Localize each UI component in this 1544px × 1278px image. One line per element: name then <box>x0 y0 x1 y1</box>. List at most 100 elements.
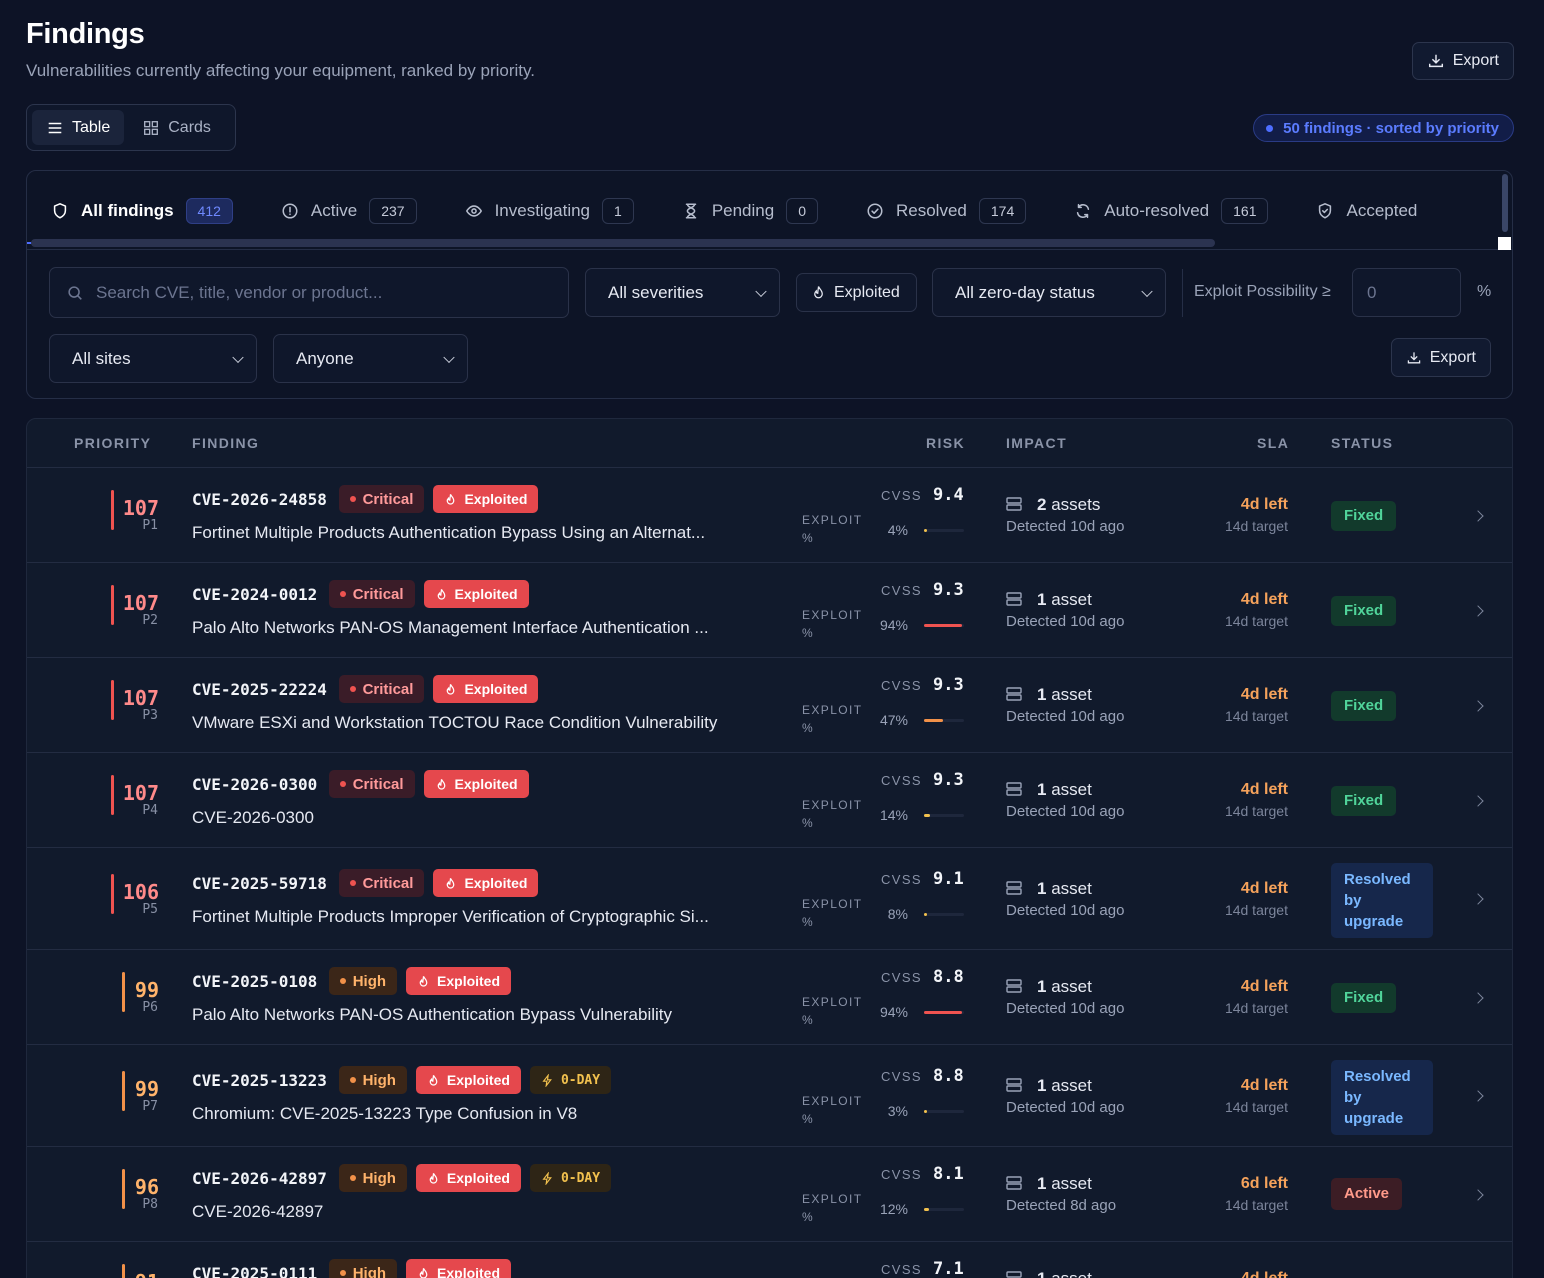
table-row[interactable]: 96 P8 CVE-2026-42897 High Exploited 0-DAY CVE-… <box>27 1147 1512 1242</box>
server-icon <box>1006 497 1022 511</box>
cve-id[interactable]: CVE-2025-22224 <box>192 680 327 699</box>
tab-divider <box>27 249 1512 250</box>
flame-icon <box>444 877 457 890</box>
cve-id[interactable]: CVE-2026-24858 <box>192 490 327 509</box>
column-status[interactable]: STATUS <box>1331 435 1393 451</box>
chevron-right-icon[interactable] <box>1472 1188 1484 1201</box>
tab-accepted[interactable]: Accepted <box>1292 178 1441 244</box>
table-row[interactable]: 107 P1 CVE-2026-24858 Critical Exploited Fort… <box>27 468 1512 563</box>
zero-day-select[interactable]: All zero-day status <box>932 268 1166 317</box>
finding-title[interactable]: Palo Alto Networks PAN-OS Authentication… <box>192 1005 672 1025</box>
lightning-icon <box>541 1072 554 1088</box>
severity-dot-icon <box>349 686 356 692</box>
asset-count[interactable]: 1 asset <box>1037 1076 1092 1096</box>
asset-count[interactable]: 1 asset <box>1037 780 1092 800</box>
finding-title[interactable]: Palo Alto Networks PAN-OS Management Int… <box>192 618 709 638</box>
cvss-score: 9.4 <box>933 485 964 505</box>
export-button[interactable]: Export <box>1411 42 1514 80</box>
column-impact[interactable]: IMPACT <box>1006 435 1067 451</box>
priority-bar <box>111 874 114 914</box>
exploited-filter-button[interactable]: Exploited <box>796 273 917 312</box>
cve-id[interactable]: CVE-2025-59718 <box>192 874 327 893</box>
cvss-score: 8.8 <box>933 967 964 987</box>
export-label: Export <box>1452 52 1499 69</box>
badge-group: Critical Exploited <box>328 580 529 608</box>
finding-title[interactable]: Chromium: CVE-2025-13223 Type Confusion … <box>192 1104 577 1124</box>
chevron-right-icon[interactable] <box>1472 604 1484 617</box>
search-input[interactable]: Search CVE, title, vendor or product... <box>49 267 569 318</box>
column-sla[interactable]: SLA <box>1257 435 1289 451</box>
table-row[interactable]: 107 P2 CVE-2024-0012 Critical Exploited Palo … <box>27 563 1512 658</box>
exploited-filter-label: Exploited <box>834 283 900 301</box>
priority-rank: P2 <box>142 613 158 628</box>
priority-bar <box>111 585 114 625</box>
table-row[interactable]: 107 P3 CVE-2025-22224 Critical Exploited VMwa… <box>27 658 1512 753</box>
status-badge: Active <box>1331 1178 1403 1210</box>
tab-investigating[interactable]: Investigating 1 <box>441 178 658 244</box>
cve-id[interactable]: CVE-2025-0108 <box>192 972 317 991</box>
severity-select[interactable]: All severities <box>585 268 780 317</box>
cvss-label: CVSS <box>881 773 923 788</box>
cve-id[interactable]: CVE-2026-42897 <box>192 1169 327 1188</box>
tab-all-findings[interactable]: All findings 412 <box>27 178 257 244</box>
finding-title[interactable]: VMware ESXi and Workstation TOCTOU Race … <box>192 713 717 733</box>
asset-count[interactable]: 1 asset <box>1037 879 1092 899</box>
badge-group: Critical Exploited <box>338 869 539 897</box>
severity-label: Critical <box>362 490 414 508</box>
chevron-right-icon[interactable] <box>1472 699 1484 712</box>
flame-icon <box>435 778 448 791</box>
server-icon <box>1006 687 1022 701</box>
priority-score: 96 <box>134 1175 159 1199</box>
tab-count-badge: 237 <box>369 198 417 224</box>
sites-select[interactable]: All sites <box>49 334 257 383</box>
cve-id[interactable]: CVE-2025-0111 <box>192 1264 317 1278</box>
table-row[interactable]: 106 P5 CVE-2025-59718 Critical Exploited Fort… <box>27 848 1512 950</box>
priority-rank: P3 <box>142 708 158 723</box>
filter-export-button[interactable]: Export <box>1390 338 1491 377</box>
cve-id[interactable]: CVE-2024-0012 <box>192 585 317 604</box>
cve-id[interactable]: CVE-2026-0300 <box>192 775 317 794</box>
asset-count[interactable]: 2 assets <box>1037 495 1100 515</box>
chevron-right-icon[interactable] <box>1472 893 1484 905</box>
exploited-badge: Exploited <box>423 580 529 608</box>
finding-title[interactable]: CVE-2026-42897 <box>192 1202 323 1222</box>
column-finding[interactable]: FINDING <box>192 435 259 451</box>
table-row[interactable]: 91P9CVE-2025-0111HighExploitedEXPLOIT %C… <box>27 1242 1512 1278</box>
badge-group: Critical Exploited <box>338 675 539 703</box>
column-priority[interactable]: PRIORITY <box>74 435 151 451</box>
table-row[interactable]: 107 P4 CVE-2026-0300 Critical Exploited CVE-2… <box>27 753 1512 848</box>
severity-dot-icon <box>349 1077 356 1083</box>
chevron-right-icon[interactable] <box>1472 509 1484 522</box>
tab-pending[interactable]: Pending 0 <box>658 178 842 244</box>
asset-count[interactable]: 1 asset <box>1037 977 1092 997</box>
tab-auto-resolved[interactable]: Auto-resolved 161 <box>1050 178 1292 244</box>
chevron-right-icon[interactable] <box>1472 991 1484 1004</box>
cards-view-button[interactable]: Cards <box>128 110 225 145</box>
severity-badge: Critical <box>338 675 425 703</box>
exploit-label: EXPLOIT % <box>802 1192 863 1224</box>
asset-count[interactable]: 1 asset <box>1037 685 1092 705</box>
exploit-possibility-input[interactable]: 0 <box>1352 268 1461 317</box>
chevron-right-icon[interactable] <box>1472 1090 1484 1102</box>
table-row[interactable]: 99 P6 CVE-2025-0108 High Exploited Palo Alto … <box>27 950 1512 1045</box>
sla-remaining: 4d left <box>1240 591 1288 608</box>
asset-count[interactable]: 1 asset <box>1037 1174 1092 1194</box>
severity-badge: High <box>328 967 398 995</box>
finding-title[interactable]: CVE-2026-0300 <box>192 808 314 828</box>
chevron-right-icon[interactable] <box>1472 794 1484 807</box>
tabs-scrollbar[interactable] <box>31 239 1215 247</box>
finding-title[interactable]: Fortinet Multiple Products Authenticatio… <box>192 523 705 543</box>
assignee-select-value: Anyone <box>296 348 354 368</box>
cve-id[interactable]: CVE-2025-13223 <box>192 1071 327 1090</box>
tab-count-badge: 161 <box>1221 198 1269 224</box>
tab-resolved[interactable]: Resolved 174 <box>842 178 1050 244</box>
asset-count[interactable]: 1 asset <box>1037 1269 1092 1278</box>
finding-title[interactable]: Fortinet Multiple Products Improper Veri… <box>192 907 709 927</box>
vertical-scrollbar[interactable] <box>1502 174 1508 232</box>
column-risk[interactable]: RISK <box>926 435 965 451</box>
table-view-button[interactable]: Table <box>32 110 125 145</box>
assignee-select[interactable]: Anyone <box>273 334 468 383</box>
table-row[interactable]: 99 P7 CVE-2025-13223 High Exploited 0-DAY Chro… <box>27 1045 1512 1147</box>
asset-count[interactable]: 1 asset <box>1037 590 1092 610</box>
tab-active[interactable]: Active 237 <box>257 178 441 244</box>
